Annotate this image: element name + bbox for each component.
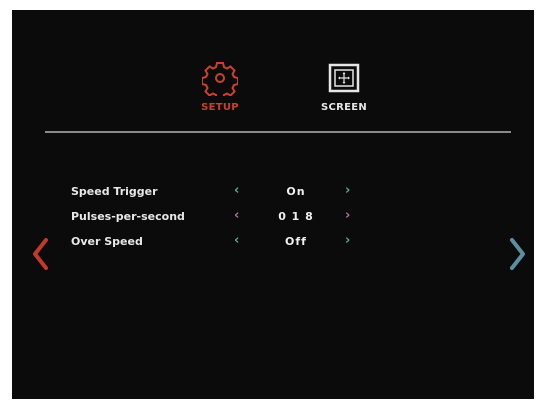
chevron-right-icon[interactable] <box>508 236 528 272</box>
increase-arrow-icon[interactable]: › <box>345 233 350 248</box>
setting-label: Pulses-per-second <box>71 210 185 223</box>
setting-label: Speed Trigger <box>71 185 158 198</box>
setting-value: On <box>286 185 306 198</box>
increase-arrow-icon[interactable]: › <box>345 183 350 198</box>
decrease-arrow-icon[interactable]: ‹ <box>234 183 239 198</box>
gear-icon <box>202 62 238 96</box>
tab-setup[interactable]: SETUP <box>180 60 260 113</box>
setting-row-over-speed[interactable]: Over Speed ‹ Off › <box>12 232 534 254</box>
setting-row-speed-trigger[interactable]: Speed Trigger ‹ On › <box>12 182 534 204</box>
tab-setup-label: SETUP <box>201 102 239 113</box>
increase-arrow-icon[interactable]: › <box>345 208 350 223</box>
header-divider <box>45 131 511 133</box>
decrease-arrow-icon[interactable]: ‹ <box>234 233 239 248</box>
decrease-arrow-icon[interactable]: ‹ <box>234 208 239 223</box>
screen-move-icon <box>328 63 360 93</box>
setting-label: Over Speed <box>71 235 143 248</box>
osd-menu-screen: SETUP SCREEN Speed Trigger ‹ On › Pulses… <box>12 10 534 399</box>
setting-row-pulses-per-second[interactable]: Pulses-per-second ‹ 0 1 8 › <box>12 207 534 229</box>
setting-value: 0 1 8 <box>278 210 314 223</box>
setting-value: Off <box>285 235 307 248</box>
tab-screen-label: SCREEN <box>320 102 368 113</box>
tab-screen[interactable]: SCREEN <box>304 60 384 113</box>
chevron-left-icon[interactable] <box>30 236 50 272</box>
